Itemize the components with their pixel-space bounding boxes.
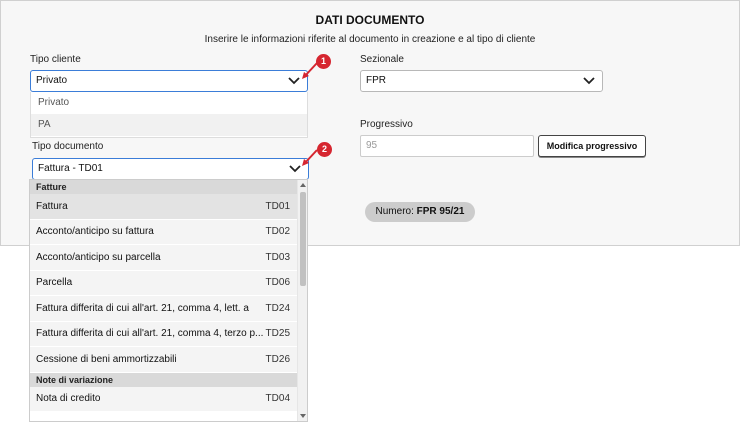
list-item[interactable]: Fattura TD01 <box>30 194 298 220</box>
tipo-documento-label: Tipo documento <box>32 141 104 152</box>
list-item[interactable]: Acconto/anticipo su parcella TD03 <box>30 245 298 271</box>
item-code: TD03 <box>265 251 290 263</box>
sezionale-select[interactable]: FPR <box>360 70 603 92</box>
scrollbar-thumb[interactable] <box>300 192 306 286</box>
scroll-up-arrow-icon[interactable] <box>300 183 306 187</box>
tipo-documento-select[interactable]: Fattura - TD01 <box>32 158 309 180</box>
tipo-cliente-options: Privato PA <box>30 92 308 138</box>
item-label: Acconto/anticipo su fattura <box>36 226 154 238</box>
item-code: TD06 <box>265 277 290 289</box>
list-item[interactable]: Parcella TD06 <box>30 270 298 296</box>
chevron-down-icon <box>583 77 595 85</box>
list-item[interactable]: Nota di credito TD04 <box>30 386 298 412</box>
tipo-documento-dropdown[interactable]: Fatture Fattura TD01 Acconto/anticipo su… <box>29 179 308 422</box>
group-header-note-di-variazione: Note di variazione <box>30 372 298 387</box>
list-item[interactable]: Cessione di beni ammortizzabili TD26 <box>30 347 298 373</box>
item-code: TD24 <box>265 302 290 314</box>
scroll-down-arrow-icon[interactable] <box>300 414 306 418</box>
list-item[interactable]: Fattura differita di cui all'art. 21, co… <box>30 296 298 322</box>
item-code: TD01 <box>265 200 290 212</box>
numero-badge: Numero: FPR 95/21 <box>365 202 475 222</box>
progressivo-input[interactable]: 95 <box>360 135 534 157</box>
item-label: Parcella <box>36 277 73 289</box>
tipo-cliente-select[interactable]: Privato <box>30 70 308 92</box>
tipo-cliente-label: Tipo cliente <box>30 54 81 65</box>
item-code: TD04 <box>265 393 290 405</box>
item-code: TD26 <box>265 353 290 365</box>
list-item[interactable]: Acconto/anticipo su fattura TD02 <box>30 219 298 245</box>
item-label: Fattura differita di cui all'art. 21, co… <box>36 302 249 314</box>
group-header-fatture: Fatture <box>30 180 298 194</box>
chevron-down-icon <box>288 77 300 85</box>
page-title: DATI DOCUMENTO <box>315 13 425 27</box>
dropdown-scrollbar[interactable] <box>297 180 307 421</box>
sezionale-value: FPR <box>366 75 386 86</box>
tipo-cliente-value: Privato <box>36 75 68 86</box>
option-pa[interactable]: PA <box>31 114 307 136</box>
annotation-marker-1: 1 <box>316 54 331 69</box>
list-item[interactable]: Fattura differita di cui all'art. 21, co… <box>30 321 298 347</box>
sezionale-label: Sezionale <box>360 54 404 65</box>
numero-prefix: Numero: <box>375 206 414 217</box>
progressivo-label: Progressivo <box>360 119 413 130</box>
tipo-documento-value: Fattura - TD01 <box>38 163 103 174</box>
item-label: Fattura <box>36 200 68 212</box>
page-subtitle: Inserire le informazioni riferite al doc… <box>204 34 536 45</box>
numero-value: FPR 95/21 <box>416 206 465 217</box>
item-label: Fattura differita di cui all'art. 21, co… <box>36 328 264 340</box>
item-label: Acconto/anticipo su parcella <box>36 251 161 263</box>
annotation-marker-2: 2 <box>317 142 332 157</box>
item-label: Nota di credito <box>36 393 101 405</box>
item-code: TD25 <box>265 328 290 340</box>
item-label: Cessione di beni ammortizzabili <box>36 353 177 365</box>
tipo-documento-list: Fatture Fattura TD01 Acconto/anticipo su… <box>30 180 298 412</box>
item-code: TD02 <box>265 226 290 238</box>
option-privato[interactable]: Privato <box>31 92 307 114</box>
modifica-progressivo-button[interactable]: Modifica progressivo <box>538 135 646 157</box>
